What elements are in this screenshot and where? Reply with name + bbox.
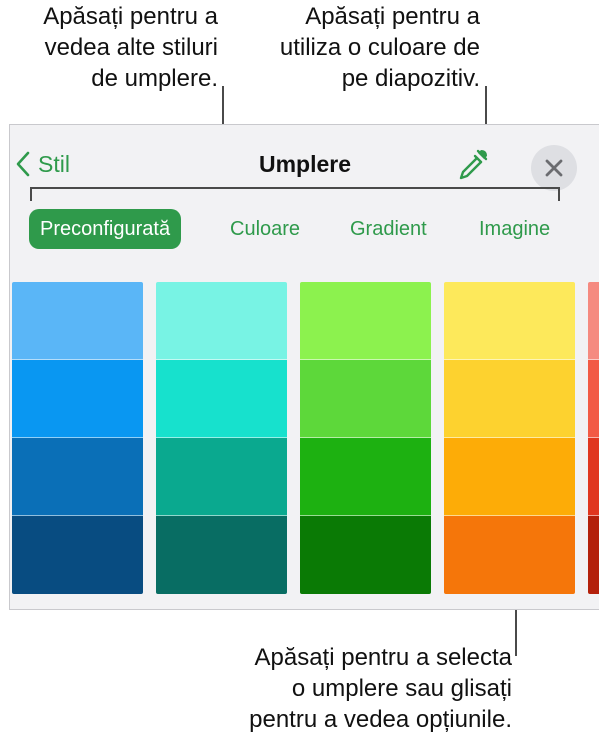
eyedropper-icon	[459, 149, 488, 180]
close-icon	[545, 159, 563, 177]
fill-swatch[interactable]	[444, 438, 575, 516]
fill-swatch[interactable]	[300, 438, 431, 516]
callout-line: de umplere.	[91, 65, 218, 92]
panel-title: Umplere	[258, 151, 352, 177]
fill-swatch[interactable]	[156, 360, 287, 438]
fill-swatch[interactable]	[156, 516, 287, 594]
fill-swatch[interactable]	[588, 360, 599, 438]
swatch-column[interactable]	[444, 282, 575, 594]
fill-swatch[interactable]	[12, 282, 143, 360]
callout-line: Apăsați pentru a	[43, 3, 218, 30]
fill-swatch[interactable]	[588, 438, 599, 516]
callout-line: o umplere sau glisați	[291, 675, 512, 702]
swatch-column[interactable]	[12, 282, 143, 594]
tab-color[interactable]: Culoare	[230, 209, 300, 249]
fill-swatch[interactable]	[12, 360, 143, 438]
callout-line: pentru a vedea opțiunile.	[249, 706, 512, 733]
tab-gradient[interactable]: Gradient	[350, 209, 427, 249]
fill-swatch[interactable]	[12, 516, 143, 594]
swatch-column[interactable]	[156, 282, 287, 594]
fill-swatch[interactable]	[300, 516, 431, 594]
fill-swatch[interactable]	[300, 282, 431, 360]
callout-line: pe diapozitiv.	[341, 65, 480, 92]
fill-swatch[interactable]	[444, 516, 575, 594]
eyedropper-button[interactable]	[454, 147, 490, 183]
fill-swatch[interactable]	[444, 360, 575, 438]
swatch-column[interactable]	[300, 282, 431, 594]
tab-preset[interactable]: Preconfigurată	[29, 209, 182, 249]
fill-panel: Stil Umplere Preconfigurată Culoare Grad…	[9, 124, 599, 610]
callout-fill-styles: Apăsați pentru a vedea alte stiluri de u…	[0, 1, 218, 94]
tab-image[interactable]: Imagine	[479, 209, 550, 249]
fill-swatch[interactable]	[588, 282, 599, 360]
fill-swatch[interactable]	[300, 360, 431, 438]
close-button[interactable]	[531, 145, 577, 191]
callout-line: Apăsați pentru a	[305, 3, 480, 30]
tabs-bracket	[30, 187, 560, 201]
callout-line: Apăsați pentru a selecta	[254, 644, 513, 671]
fill-swatch[interactable]	[588, 516, 599, 594]
callout-select-fill: Apăsați pentru a selecta o umplere sau g…	[150, 642, 512, 735]
callout-line: vedea alte stiluri	[44, 34, 218, 61]
callout-slide-color: Apăsați pentru a utiliza o culoare de pe…	[248, 1, 480, 94]
swatch-column[interactable]	[588, 282, 599, 594]
fill-swatch[interactable]	[444, 282, 575, 360]
callout-line: utiliza o culoare de	[279, 34, 480, 61]
fill-swatch[interactable]	[156, 438, 287, 516]
fill-swatch[interactable]	[156, 282, 287, 360]
fill-swatch[interactable]	[12, 438, 143, 516]
